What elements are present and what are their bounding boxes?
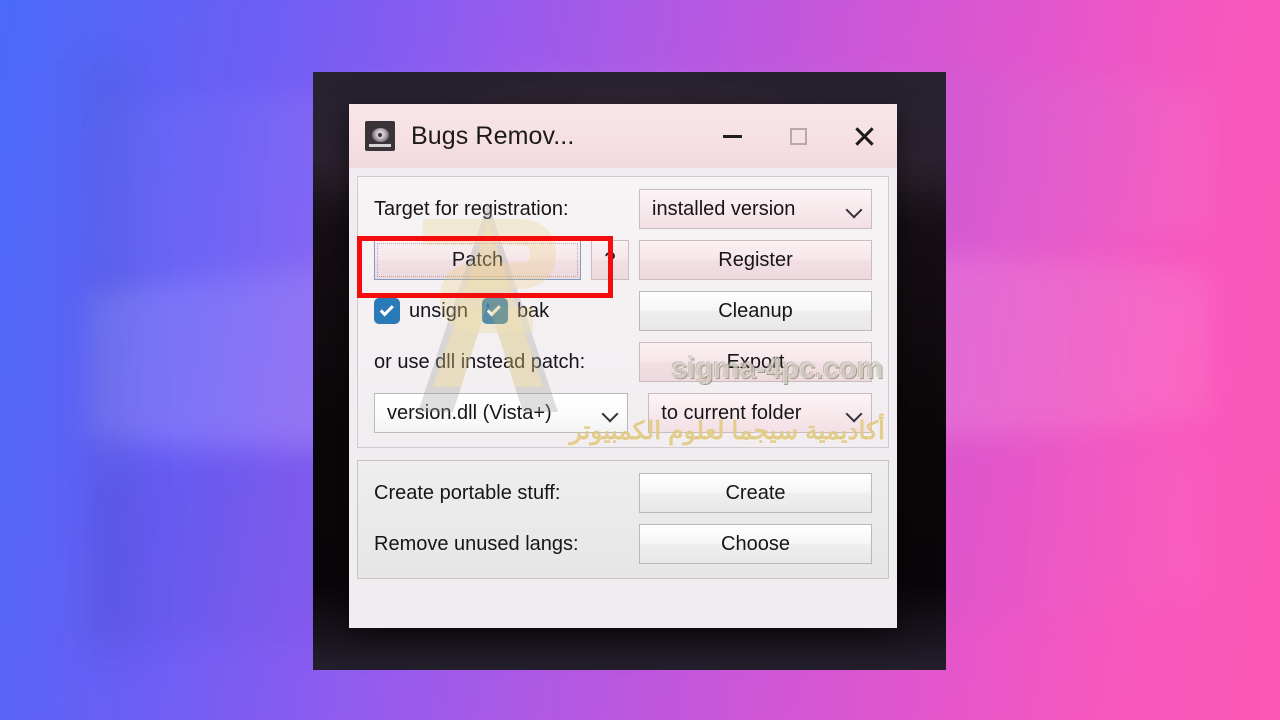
close-icon — [853, 125, 875, 147]
langs-label: Remove unused langs: — [374, 532, 579, 555]
dll-select-value: version.dll (Vista+) — [387, 401, 552, 424]
window-titlebar: Bugs Remov... — [349, 104, 897, 168]
export-button[interactable]: Export — [639, 342, 872, 382]
dll-label-row: or use dll instead patch: Export — [374, 342, 872, 382]
export-target-select[interactable]: to current folder — [648, 393, 872, 433]
maximize-button[interactable] — [765, 104, 831, 168]
target-select-value: installed version — [652, 197, 796, 220]
chevron-down-icon — [846, 405, 862, 421]
checkbox-checked-icon — [481, 298, 508, 324]
export-target-value: to current folder — [661, 401, 802, 424]
chevron-down-icon — [846, 201, 862, 217]
help-button[interactable]: ? — [591, 240, 629, 280]
dll-select[interactable]: version.dll (Vista+) — [374, 393, 629, 433]
maximize-icon — [789, 127, 807, 145]
choose-button[interactable]: Choose — [639, 524, 872, 564]
options-row: unsign bak Cleanup — [374, 291, 872, 331]
unsign-checkbox[interactable]: unsign — [374, 298, 468, 324]
unsign-label: unsign — [409, 299, 468, 322]
portable-group: Create portable stuff: Create Remove unu… — [357, 460, 889, 579]
minimize-icon — [722, 134, 742, 138]
langs-row: Remove unused langs: Choose — [374, 524, 872, 564]
register-button[interactable]: Register — [639, 240, 872, 280]
minimize-button[interactable] — [699, 104, 765, 168]
chevron-down-icon — [602, 405, 618, 421]
main-options-group: Target for registration: installed versi… — [357, 176, 889, 448]
dll-label: or use dll instead patch: — [374, 350, 586, 373]
disc-icon — [365, 121, 395, 151]
target-row: Target for registration: installed versi… — [374, 189, 872, 229]
dll-select-row: version.dll (Vista+) to current folder — [374, 393, 872, 433]
window-title: Bugs Remov... — [411, 121, 575, 150]
close-button[interactable] — [831, 104, 897, 168]
portable-label: Create portable stuff: — [374, 481, 561, 504]
checkbox-checked-icon — [374, 298, 400, 324]
bak-label: bak — [516, 299, 550, 322]
portable-row: Create portable stuff: Create — [374, 473, 872, 513]
cleanup-button[interactable]: Cleanup — [639, 291, 872, 331]
patch-button[interactable]: Patch — [374, 240, 581, 280]
bugs-remover-window: Bugs Remov... Target for registration: i… — [349, 104, 897, 628]
window-client-area: Target for registration: installed versi… — [349, 168, 897, 589]
flag-shadow — [88, 60, 158, 660]
bak-checkbox[interactable]: bak — [481, 298, 550, 324]
target-select[interactable]: installed version — [639, 189, 872, 229]
patch-row: Patch ? Register — [374, 240, 872, 280]
target-label: Target for registration: — [374, 197, 569, 220]
create-button[interactable]: Create — [639, 473, 872, 513]
window-controls — [699, 104, 897, 168]
